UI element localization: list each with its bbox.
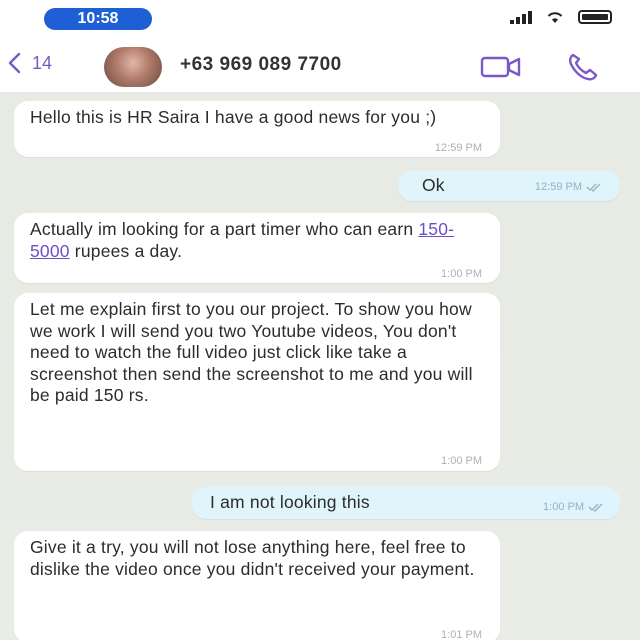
double-check-icon bbox=[588, 503, 603, 512]
unread-count: 14 bbox=[32, 52, 53, 73]
message-text: Hello this is HR Saira I have a good new… bbox=[30, 107, 437, 127]
message-time: 1:00 PM bbox=[543, 501, 604, 513]
message-text: Let me explain first to you our project.… bbox=[30, 299, 473, 405]
message-time-label: 12:59 PM bbox=[534, 181, 582, 193]
double-check-icon bbox=[586, 183, 601, 192]
contact-number[interactable]: +63 969 089 7700 bbox=[180, 54, 342, 76]
message-time: 1:00 PM bbox=[441, 455, 482, 467]
avatar[interactable] bbox=[104, 47, 162, 87]
chevron-left-icon bbox=[8, 52, 21, 74]
message-text: Ok bbox=[422, 175, 445, 195]
message-bubble-incoming[interactable]: Actually im looking for a part timer who… bbox=[14, 213, 500, 283]
message-bubble-outgoing[interactable]: Ok 12:59 PM bbox=[398, 171, 620, 201]
message-bubble-incoming[interactable]: Hello this is HR Saira I have a good new… bbox=[14, 101, 500, 157]
video-call-icon[interactable] bbox=[480, 54, 522, 80]
message-bubble-outgoing[interactable]: I am not looking this 1:00 PM bbox=[192, 487, 620, 519]
message-time: 12:59 PM bbox=[535, 181, 602, 193]
status-time: 10:58 bbox=[44, 8, 152, 30]
message-bubble-incoming[interactable]: Let me explain first to you our project.… bbox=[14, 293, 500, 471]
chat-area[interactable]: Hello this is HR Saira I have a good new… bbox=[0, 93, 640, 640]
status-icons bbox=[510, 10, 612, 24]
status-bar: 10:58 bbox=[0, 0, 640, 40]
message-text: Give it a try, you will not lose anythin… bbox=[30, 537, 475, 579]
message-time: 12:59 PM bbox=[434, 142, 482, 154]
message-text-part: rupees a day. bbox=[69, 240, 183, 261]
phone-icon[interactable] bbox=[566, 52, 600, 82]
message-bubble-incoming[interactable]: Give it a try, you will not lose anythin… bbox=[14, 531, 500, 640]
message-time: 1:00 PM bbox=[441, 268, 482, 280]
signal-icon bbox=[510, 10, 532, 24]
wifi-icon bbox=[547, 12, 563, 23]
message-text: I am not looking this bbox=[210, 492, 370, 512]
message-text: Actually im looking for a part timer who… bbox=[30, 219, 480, 262]
message-time: 1:01 PM bbox=[441, 629, 482, 640]
chat-header: 14 +63 969 089 7700 bbox=[0, 40, 640, 93]
battery-icon bbox=[578, 10, 612, 24]
message-text-part: Actually im looking for a part timer who… bbox=[30, 219, 419, 239]
message-time-label: 1:00 PM bbox=[543, 501, 584, 513]
back-button[interactable]: 14 bbox=[6, 52, 52, 74]
